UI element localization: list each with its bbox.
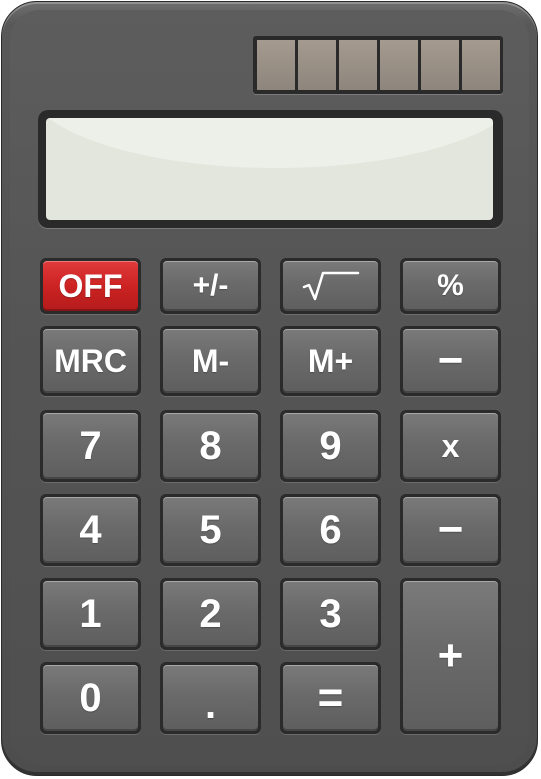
- multiply-button[interactable]: x: [400, 410, 501, 482]
- m-minus-label: M-: [191, 343, 230, 379]
- plus-minus-label: +/-: [192, 269, 229, 302]
- solar-cell: [257, 40, 295, 90]
- five-label: 5: [199, 508, 222, 552]
- five-button[interactable]: 5: [160, 494, 261, 566]
- display-gloss: [46, 118, 493, 168]
- six-label: 6: [319, 508, 342, 552]
- nine-button[interactable]: 9: [280, 410, 381, 482]
- square-root-button[interactable]: [280, 258, 381, 314]
- multiply-label: x: [441, 428, 460, 464]
- decimal-label: .: [204, 683, 217, 727]
- two-label: 2: [199, 592, 222, 636]
- eight-label: 8: [199, 424, 222, 468]
- m-plus-label: M+: [307, 343, 354, 379]
- decimal-button[interactable]: .: [160, 662, 261, 734]
- solar-cell: [462, 40, 500, 90]
- plus-button[interactable]: +: [400, 578, 501, 734]
- three-label: 3: [319, 592, 342, 636]
- zero-label: 0: [79, 676, 102, 720]
- off-button-label: OFF: [58, 268, 123, 304]
- equals-label: =: [317, 673, 344, 722]
- one-label: 1: [79, 592, 102, 636]
- six-button[interactable]: 6: [280, 494, 381, 566]
- display-screen: [46, 118, 493, 220]
- solar-panel: [253, 36, 503, 94]
- solar-cell: [421, 40, 459, 90]
- display-frame: [38, 110, 503, 228]
- solar-cell: [339, 40, 377, 90]
- m-minus-button[interactable]: M-: [160, 326, 261, 396]
- m-plus-button[interactable]: M+: [280, 326, 381, 396]
- minus-label: −: [437, 505, 464, 554]
- equals-button[interactable]: =: [280, 662, 381, 734]
- seven-label: 7: [79, 424, 102, 468]
- divide-label: −: [437, 336, 464, 385]
- one-button[interactable]: 1: [40, 578, 141, 650]
- minus-button[interactable]: −: [400, 494, 501, 566]
- three-button[interactable]: 3: [280, 578, 381, 650]
- nine-label: 9: [319, 424, 342, 468]
- divide-button[interactable]: −: [400, 326, 501, 396]
- solar-cell: [298, 40, 336, 90]
- percent-label: %: [437, 269, 464, 302]
- seven-button[interactable]: 7: [40, 410, 141, 482]
- eight-button[interactable]: 8: [160, 410, 261, 482]
- off-button[interactable]: OFF: [40, 258, 141, 314]
- solar-cell: [380, 40, 418, 90]
- plus-minus-button[interactable]: +/-: [160, 258, 261, 314]
- four-button[interactable]: 4: [40, 494, 141, 566]
- mrc-button[interactable]: MRC: [40, 326, 141, 396]
- four-label: 4: [79, 508, 102, 552]
- two-button[interactable]: 2: [160, 578, 261, 650]
- square-root-icon: [302, 271, 359, 301]
- mrc-label: MRC: [54, 343, 127, 379]
- plus-label: +: [437, 631, 464, 680]
- zero-button[interactable]: 0: [40, 662, 141, 734]
- percent-button[interactable]: %: [400, 258, 501, 314]
